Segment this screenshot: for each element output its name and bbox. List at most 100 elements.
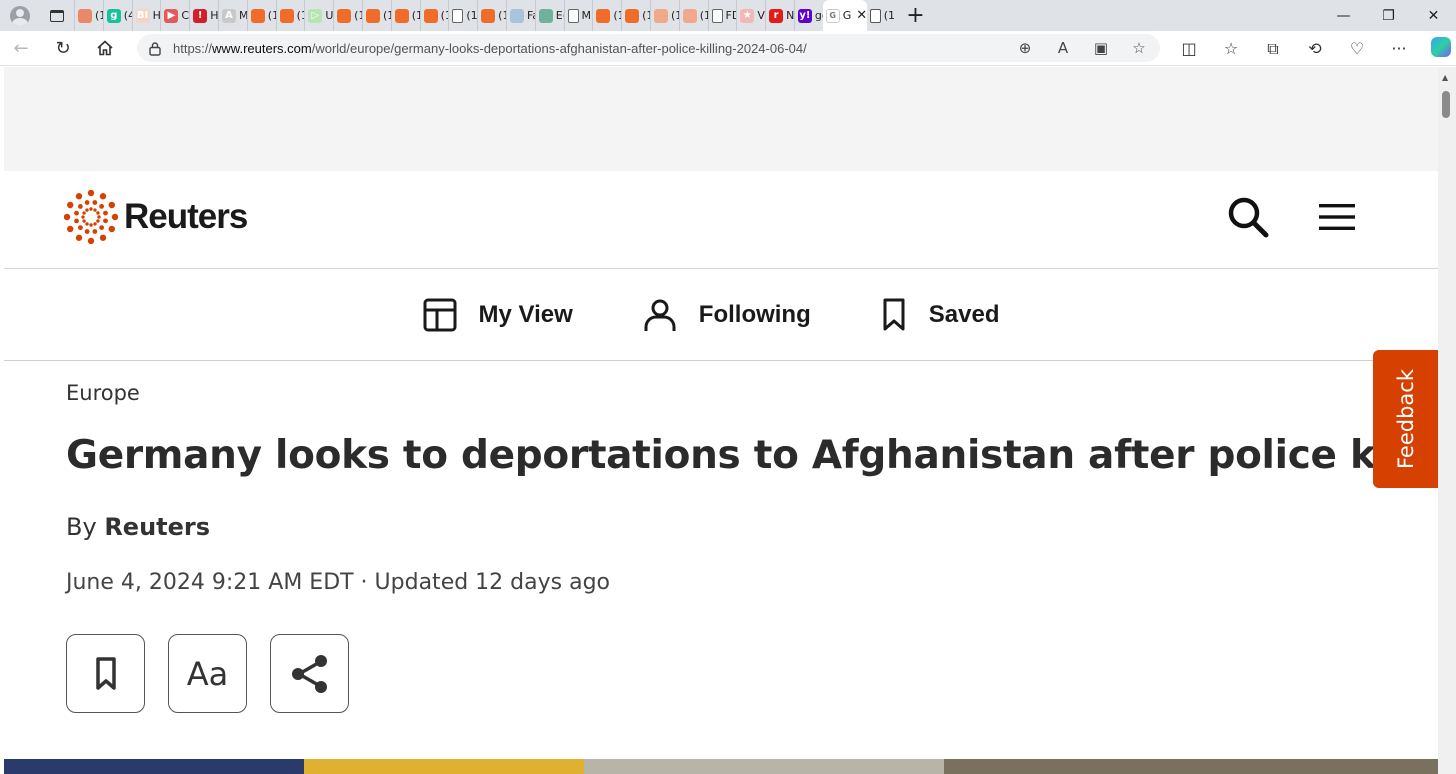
- saved-link[interactable]: Saved: [881, 298, 999, 332]
- tab[interactable]: ▷U!: [304, 0, 333, 31]
- section-link[interactable]: Europe: [66, 381, 140, 405]
- home-button[interactable]: [84, 31, 126, 66]
- tab-label: Vi: [757, 9, 765, 22]
- window-controls: — ❐ ✕: [1321, 0, 1456, 31]
- tab-favicon-icon: [279, 8, 294, 23]
- tab[interactable]: (1: [333, 0, 362, 31]
- tab[interactable]: rN: [765, 0, 794, 31]
- tab-label: (1: [267, 9, 276, 22]
- tab-favicon-icon: [682, 8, 697, 23]
- tab[interactable]: AM: [217, 0, 247, 31]
- text-size-button[interactable]: Aa: [168, 634, 247, 713]
- tab-favicon-icon: ▶: [164, 8, 179, 23]
- minimize-button[interactable]: —: [1321, 0, 1366, 31]
- tab[interactable]: (1: [361, 0, 391, 31]
- tab[interactable]: M: [563, 0, 593, 31]
- tab[interactable]: y!ge: [793, 0, 823, 31]
- tab-favicon-icon: [567, 8, 579, 23]
- history-icon[interactable]: ⟲: [1294, 39, 1336, 58]
- tab[interactable]: (1: [649, 0, 679, 31]
- address-bar[interactable]: https://www.reuters.com/world/europe/ger…: [137, 34, 1160, 62]
- page-favicon-icon: [869, 8, 881, 23]
- my-view-link[interactable]: My View: [423, 298, 573, 332]
- tab-label: (4: [123, 9, 132, 22]
- tab-favicon-icon: [337, 8, 352, 23]
- tab[interactable]: ★Vi: [736, 0, 765, 31]
- favorite-star-icon[interactable]: ☆: [1128, 39, 1150, 57]
- article-actions: Aa: [66, 634, 349, 713]
- reuters-logo[interactable]: Reuters: [64, 189, 248, 245]
- collections-icon[interactable]: ⧉: [1252, 39, 1294, 59]
- tab[interactable]: Fa: [505, 0, 535, 31]
- tab[interactable]: (1: [867, 0, 896, 31]
- logo-dot: [74, 218, 79, 224]
- tab[interactable]: ▶Ca: [160, 0, 189, 31]
- following-link[interactable]: Following: [643, 298, 811, 332]
- tab[interactable]: E(: [534, 0, 564, 31]
- logo-dot: [93, 222, 97, 226]
- tab[interactable]: (1: [448, 0, 477, 31]
- close-window-button[interactable]: ✕: [1411, 0, 1456, 31]
- byline: By Reuters: [66, 513, 211, 541]
- read-aloud-icon[interactable]: A: [1052, 39, 1074, 57]
- close-tab-icon[interactable]: ✕: [856, 8, 866, 23]
- favorites-icon[interactable]: ☆: [1210, 39, 1252, 58]
- copilot-button[interactable]: [1420, 36, 1456, 61]
- scrollbar-thumb[interactable]: [1442, 91, 1450, 118]
- share-button[interactable]: [270, 634, 349, 713]
- user-nav: My View Following Saved: [4, 269, 1438, 361]
- tab-favicon-icon: [423, 8, 438, 23]
- tab[interactable]: (1: [390, 0, 420, 31]
- copilot-icon: [1431, 36, 1451, 57]
- tab-actions-button[interactable]: [40, 0, 74, 31]
- feedback-tab[interactable]: Feedback: [1373, 350, 1438, 488]
- tab[interactable]: FD: [707, 0, 736, 31]
- tab-label: (1: [699, 9, 708, 22]
- tab[interactable]: ! H: [189, 0, 218, 31]
- page-scrollbar[interactable]: ▲: [1438, 67, 1456, 774]
- logo-dot: [96, 219, 100, 223]
- new-tab-button[interactable]: +: [896, 0, 936, 31]
- tab[interactable]: (1: [275, 0, 304, 31]
- author-link[interactable]: Reuters: [104, 513, 210, 541]
- logo-dot: [85, 208, 89, 212]
- save-article-button[interactable]: [66, 634, 145, 713]
- restore-button[interactable]: ❐: [1366, 0, 1411, 31]
- tab[interactable]: (1: [477, 0, 506, 31]
- search-button[interactable]: [1226, 195, 1270, 239]
- scroll-up-icon[interactable]: ▲: [1442, 73, 1448, 82]
- tab[interactable]: (1: [678, 0, 708, 31]
- tab[interactable]: (1: [419, 0, 449, 31]
- tab-label: (1: [95, 9, 103, 22]
- browser-toolbar: ← ↻ https://www.reuters.com/world/europe…: [0, 31, 1456, 66]
- home-icon: [97, 40, 113, 56]
- menu-button[interactable]: [1318, 201, 1356, 233]
- tab[interactable]: (1: [246, 0, 276, 31]
- tab-label: M: [239, 9, 247, 22]
- logo-dot: [87, 190, 95, 197]
- tab[interactable]: (1: [621, 0, 650, 31]
- tab-label: H: [210, 9, 218, 22]
- zoom-icon[interactable]: ⊕: [1014, 39, 1036, 57]
- tab-favicon-icon: [78, 8, 92, 23]
- more-menu-icon[interactable]: ···: [1378, 39, 1420, 58]
- tab-favicon-icon: r: [769, 8, 784, 23]
- url-text[interactable]: https://www.reuters.com/world/europe/ger…: [173, 41, 807, 56]
- tab[interactable]: (1: [592, 0, 621, 31]
- tab-label: M: [581, 9, 592, 22]
- split-screen-icon[interactable]: ◫: [1168, 39, 1210, 58]
- tab[interactable]: g(4: [102, 0, 132, 31]
- app-available-icon[interactable]: ▣: [1090, 39, 1112, 57]
- tab[interactable]: (1: [74, 0, 103, 31]
- logo-dot: [78, 225, 83, 231]
- logo-dot: [85, 222, 89, 226]
- active-tab[interactable]: G G ✕: [822, 0, 867, 31]
- browser-essentials-icon[interactable]: ♡: [1336, 39, 1378, 58]
- lock-icon[interactable]: [137, 41, 173, 56]
- tab-label: (1: [440, 9, 449, 22]
- tab[interactable]: BI H: [131, 0, 160, 31]
- logo-dot: [82, 211, 86, 215]
- profile-button[interactable]: [0, 0, 40, 31]
- back-button[interactable]: ←: [0, 31, 42, 66]
- refresh-button[interactable]: ↻: [42, 31, 84, 66]
